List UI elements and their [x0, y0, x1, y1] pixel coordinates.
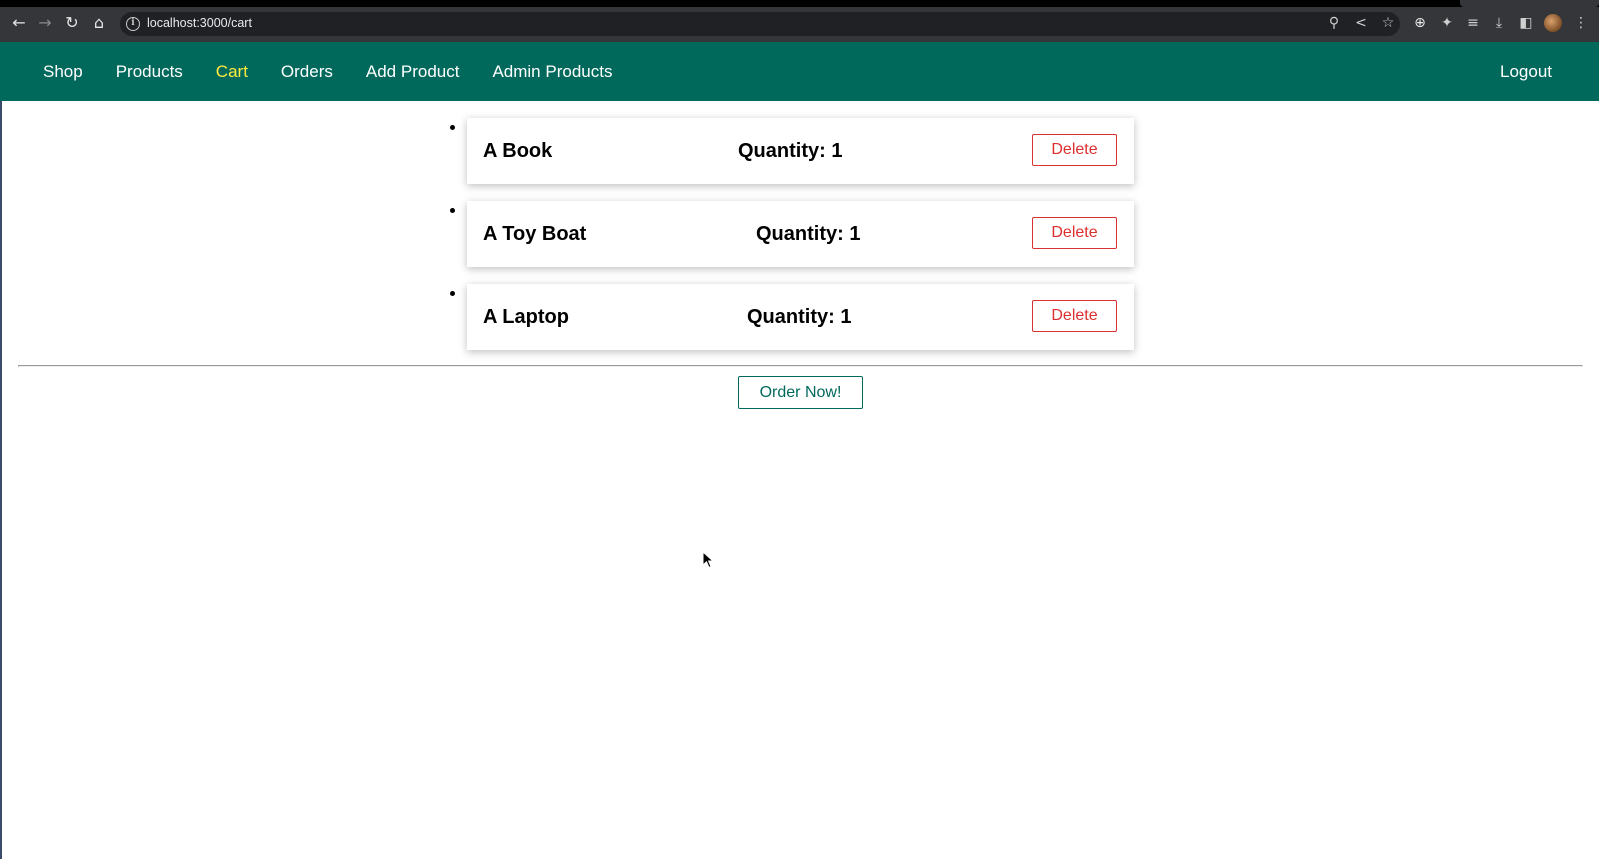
delete-button[interactable]: Delete: [1032, 300, 1117, 332]
tab-strip: [0, 0, 1599, 7]
forward-icon[interactable]: →: [35, 13, 55, 33]
url-text[interactable]: localhost:3000/cart: [147, 16, 252, 30]
home-icon[interactable]: ⌂: [89, 13, 109, 33]
zoom-icon[interactable]: ⚲: [1325, 14, 1343, 32]
avatar[interactable]: [1544, 14, 1562, 32]
cart-item-title: A Toy Boat: [483, 222, 587, 245]
cart-item-quantity: Quantity: 1: [756, 222, 861, 245]
cart-item: A Toy Boat Quantity: 1 Delete: [467, 201, 1134, 267]
nav-item-orders[interactable]: Orders: [281, 62, 333, 82]
cart-item: A Laptop Quantity: 1 Delete: [467, 284, 1134, 350]
star-icon[interactable]: ☆: [1379, 14, 1397, 32]
cart-list: A Book Quantity: 1 Delete A Toy Boat Qua…: [467, 118, 1134, 367]
back-icon[interactable]: ←: [9, 13, 29, 33]
nav-item-products[interactable]: Products: [116, 62, 183, 82]
divider: [18, 365, 1583, 367]
menu-icon[interactable]: ⋮: [1572, 14, 1590, 32]
puzzle-icon[interactable]: ✦: [1438, 14, 1456, 32]
window-edge: [0, 101, 2, 859]
download-icon[interactable]: ⤓: [1490, 14, 1508, 32]
nav-item-admin-products[interactable]: Admin Products: [492, 62, 612, 82]
delete-button[interactable]: Delete: [1032, 217, 1117, 249]
order-now-button[interactable]: Order Now!: [738, 376, 863, 409]
main-header: Shop Products Cart Orders Add Product Ad…: [0, 42, 1599, 101]
tab-strip-edge: [1500, 0, 1599, 7]
main-nav: Shop Products Cart Orders Add Product Ad…: [43, 42, 645, 101]
sidebar-icon[interactable]: ◧: [1517, 14, 1535, 32]
browser-toolbar: ← → ↻ ⌂ i localhost:3000/cart ⚲ < ☆ ⊕ ✦ …: [0, 0, 1599, 46]
info-icon[interactable]: i: [126, 17, 140, 31]
cart-item-quantity: Quantity: 1: [738, 139, 843, 162]
nav-item-shop[interactable]: Shop: [43, 62, 83, 82]
reload-icon[interactable]: ↻: [62, 13, 82, 33]
nav-item-add-product[interactable]: Add Product: [366, 62, 460, 82]
delete-button[interactable]: Delete: [1032, 134, 1117, 166]
share-icon[interactable]: <: [1352, 14, 1370, 32]
cart-item-title: A Laptop: [483, 305, 569, 328]
page: ← → ↻ ⌂ i localhost:3000/cart ⚲ < ☆ ⊕ ✦ …: [0, 0, 1599, 859]
cart-item-title: A Book: [483, 139, 553, 162]
extension-icon[interactable]: ⊕: [1411, 14, 1429, 32]
logout-link[interactable]: Logout: [1500, 42, 1552, 101]
mouse-cursor-icon: [702, 551, 715, 569]
address-bar[interactable]: i localhost:3000/cart: [120, 12, 1400, 36]
cart-item-quantity: Quantity: 1: [747, 305, 852, 328]
reading-list-icon[interactable]: ≡: [1464, 14, 1482, 32]
cart-item: A Book Quantity: 1 Delete: [467, 118, 1134, 184]
nav-item-cart[interactable]: Cart: [216, 62, 248, 82]
